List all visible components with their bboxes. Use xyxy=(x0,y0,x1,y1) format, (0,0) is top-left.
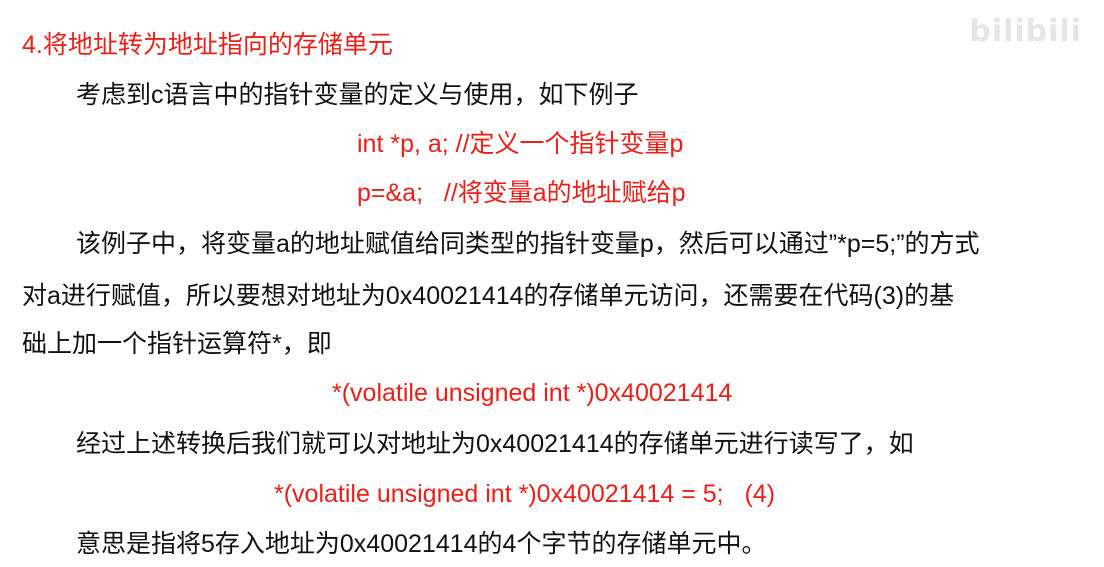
bilibili-watermark: bilibili xyxy=(969,14,1082,49)
code-line: *(volatile unsigned int *)0x40021414 = 5… xyxy=(274,480,776,508)
paragraph-line: 对a进行赋值，所以要想对地址为0x40021414的存储单元访问，还需要在代码(… xyxy=(22,282,955,310)
paragraph-line: 该例子中，将变量a的地址赋值给同类型的指针变量p，然后可以通过”*p=5;”的方… xyxy=(76,230,980,258)
code-line: p=&a; //将变量a的地址赋给p xyxy=(357,179,686,207)
paragraph: 考虑到c语言中的指针变量的定义与使用，如下例子 xyxy=(76,81,639,109)
section-heading: 4.将地址转为地址指向的存储单元 xyxy=(22,31,393,59)
paragraph: 意思是指将5存入地址为0x40021414的4个字节的存储单元中。 xyxy=(76,530,767,558)
paragraph: 经过上述转换后我们就可以对地址为0x40021414的存储单元进行读写了，如 xyxy=(76,430,914,458)
code-line: *(volatile unsigned int *)0x40021414 xyxy=(332,379,733,407)
paragraph-line: 础上加一个指针运算符*，即 xyxy=(22,330,332,358)
code-line: int *p, a; //定义一个指针变量p xyxy=(357,130,684,158)
